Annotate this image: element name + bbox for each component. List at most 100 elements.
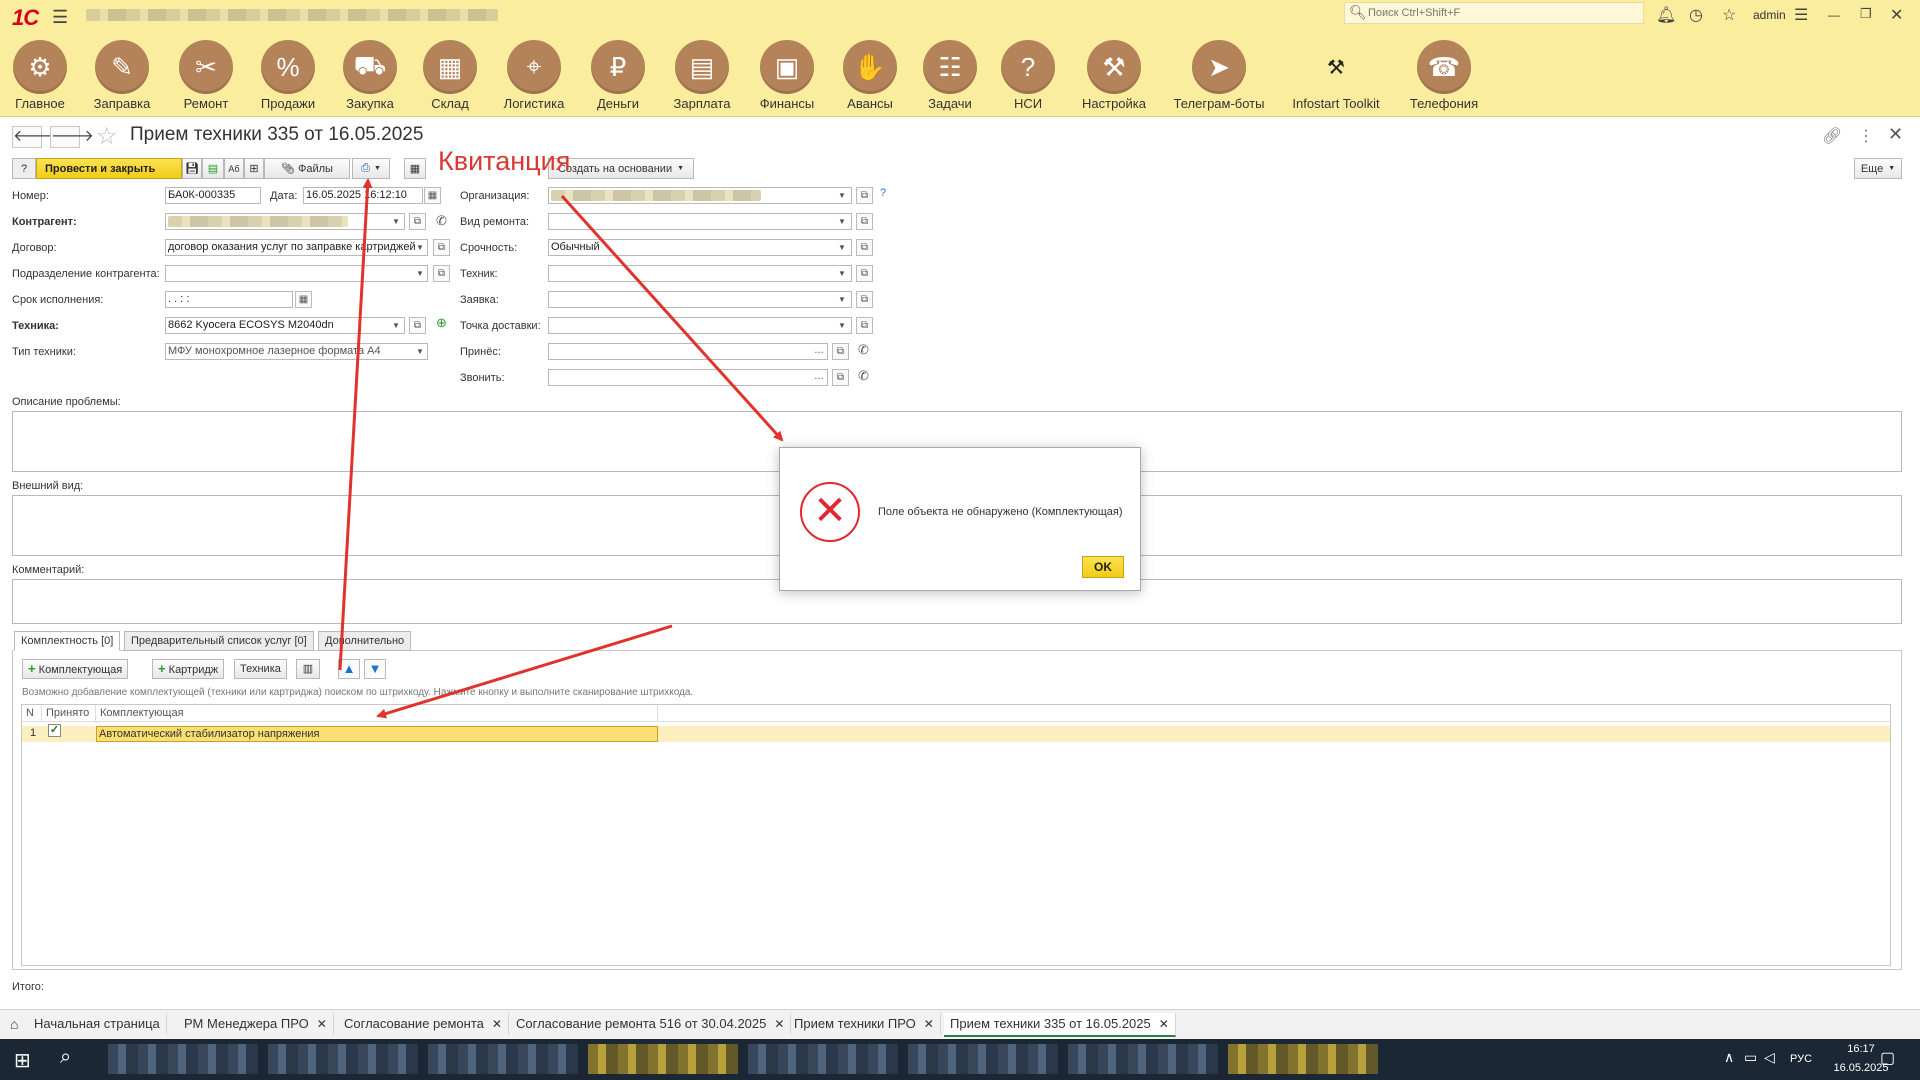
add-equipment-button[interactable]: Техника bbox=[234, 659, 287, 679]
help-question-icon[interactable]: ? bbox=[880, 187, 886, 199]
link-icon[interactable]: 🔗︎ bbox=[1822, 126, 1842, 146]
chevron-down-icon[interactable]: ▼ bbox=[834, 213, 850, 230]
date-field[interactable]: 16.05.2025 16:12:10 bbox=[303, 187, 423, 204]
window-tab-repair-approval-516[interactable]: Согласование ремонта 516 от 30.04.2025 ✕ bbox=[510, 1013, 792, 1035]
close-icon[interactable]: ✕ bbox=[774, 1017, 784, 1031]
phone-call-icon[interactable]: ✆ bbox=[858, 342, 869, 358]
barcode-button[interactable]: ▥ bbox=[296, 659, 320, 679]
brought-field[interactable] bbox=[548, 343, 828, 360]
section-refill[interactable]: ✎ Заправка bbox=[86, 40, 158, 111]
open-icon[interactable]: ⧉ bbox=[433, 265, 450, 282]
repair-type-field[interactable] bbox=[548, 213, 852, 230]
section-salary[interactable]: ▤ Зарплата bbox=[666, 40, 738, 111]
delivery-point-field[interactable] bbox=[548, 317, 852, 334]
close-icon[interactable]: ✕ bbox=[492, 1017, 502, 1031]
window-tab-equipment-intake-335[interactable]: Прием техники 335 от 16.05.2025 ✕ bbox=[944, 1013, 1176, 1037]
calendar-icon[interactable]: ▦ bbox=[295, 291, 312, 308]
move-down-button[interactable]: ▼ bbox=[364, 659, 386, 679]
tab-services[interactable]: Предварительный список услуг [0] bbox=[124, 631, 314, 651]
section-finance[interactable]: ▣ Финансы bbox=[750, 40, 824, 111]
post-and-close-button[interactable]: Провести и закрыть bbox=[36, 158, 182, 179]
equipment-field[interactable]: 8662 Kyocera ECOSYS M2040dn bbox=[165, 317, 405, 334]
window-tab-repair-approval[interactable]: Согласование ремонта ✕ bbox=[338, 1013, 509, 1035]
open-icon[interactable]: ⧉ bbox=[409, 213, 426, 230]
section-main[interactable]: ⚙ Главное bbox=[4, 40, 76, 111]
section-money[interactable]: ₽ Деньги bbox=[582, 40, 654, 111]
chevron-down-icon[interactable]: ▼ bbox=[834, 239, 850, 256]
urgency-field[interactable]: Обычный bbox=[548, 239, 852, 256]
taskbar-app-redacted[interactable] bbox=[908, 1044, 1058, 1074]
user-name[interactable]: admin bbox=[1753, 8, 1786, 22]
contract-field[interactable]: договор оказания услуг по заправке картр… bbox=[165, 239, 428, 256]
open-icon[interactable]: ⧉ bbox=[409, 317, 426, 334]
open-icon[interactable]: ⧉ bbox=[856, 187, 873, 204]
add-cartridge-button[interactable]: + Картридж bbox=[152, 659, 225, 679]
bell-icon[interactable]: 🔔︎ bbox=[1656, 5, 1676, 25]
files-button[interactable]: 📎︎ Файлы bbox=[264, 158, 350, 179]
post-button[interactable]: ▤ bbox=[202, 158, 224, 179]
number-field[interactable]: БА0К-000335 bbox=[165, 187, 261, 204]
home-icon[interactable]: ⌂ bbox=[10, 1016, 18, 1032]
global-search-input[interactable] bbox=[1368, 5, 1638, 21]
chevron-down-icon[interactable]: ▼ bbox=[834, 265, 850, 282]
chevron-down-icon[interactable]: ▼ bbox=[412, 343, 428, 360]
more-actions-icon[interactable]: ⋮ bbox=[1858, 126, 1874, 146]
open-icon[interactable]: ⧉ bbox=[856, 213, 873, 230]
section-purchase[interactable]: ⛟ Закупка bbox=[334, 40, 406, 111]
section-logistics[interactable]: ⌖ Логистика bbox=[498, 40, 570, 111]
close-icon[interactable]: ✕ bbox=[1159, 1017, 1169, 1031]
phone-call-icon[interactable]: ✆ bbox=[858, 368, 869, 384]
section-sales[interactable]: % Продажи bbox=[252, 40, 324, 111]
tab-completeness[interactable]: Комплектность [0] bbox=[14, 631, 121, 651]
column-header-component[interactable]: Комплектующая bbox=[96, 705, 658, 721]
taskbar-app-redacted[interactable] bbox=[268, 1044, 418, 1074]
add-component-button[interactable]: + Комплектующая bbox=[22, 659, 129, 679]
settings-menu-icon[interactable]: ☰ bbox=[1794, 5, 1808, 25]
open-icon[interactable]: ⧉ bbox=[832, 369, 849, 386]
structure-button[interactable]: ⊞ bbox=[244, 158, 264, 179]
chevron-down-icon[interactable]: ▼ bbox=[412, 265, 428, 282]
section-repair[interactable]: ✂ Ремонт bbox=[170, 40, 242, 111]
select-button[interactable]: ... bbox=[810, 369, 828, 386]
tab-additional[interactable]: Дополнительно bbox=[318, 631, 412, 651]
open-icon[interactable]: ⧉ bbox=[832, 343, 849, 360]
nav-forward-button[interactable]: 🡒 bbox=[50, 126, 94, 148]
chevron-down-icon[interactable]: ▼ bbox=[834, 291, 850, 308]
window-tab-manager[interactable]: РМ Менеджера ПРО ✕ bbox=[178, 1013, 334, 1035]
main-menu-icon[interactable]: ☰ bbox=[52, 7, 68, 28]
move-up-button[interactable]: ▲ bbox=[338, 659, 360, 679]
accepted-checkbox[interactable]: ✓ bbox=[48, 724, 61, 737]
section-settings[interactable]: ⚒ Настройка bbox=[1072, 40, 1156, 111]
component-cell[interactable]: Автоматический стабилизатор напряжения bbox=[96, 726, 658, 742]
section-telephony[interactable]: ☎ Телефония bbox=[1404, 40, 1484, 111]
chevron-down-icon[interactable]: ▼ bbox=[412, 239, 428, 256]
print-button[interactable]: ⎙ ▼ bbox=[352, 158, 390, 179]
search-icon[interactable]: ⌕ bbox=[60, 1046, 71, 1069]
taskbar-app-redacted[interactable] bbox=[748, 1044, 898, 1074]
open-icon[interactable]: ⧉ bbox=[856, 239, 873, 256]
favorite-star-icon[interactable]: ☆ bbox=[96, 122, 118, 151]
minimize-icon[interactable]: — bbox=[1828, 8, 1840, 22]
chevron-down-icon[interactable]: ▼ bbox=[834, 317, 850, 334]
ok-button[interactable]: OK bbox=[1082, 556, 1124, 578]
open-icon[interactable]: ⧉ bbox=[856, 317, 873, 334]
organization-field[interactable] bbox=[548, 187, 852, 204]
save-button[interactable]: 💾︎ bbox=[182, 158, 202, 179]
division-field[interactable] bbox=[165, 265, 428, 282]
section-telegram-bots[interactable]: ➤ Телеграм-боты bbox=[1172, 40, 1266, 111]
open-icon[interactable]: ⧉ bbox=[433, 239, 450, 256]
chevron-down-icon[interactable]: ▼ bbox=[834, 187, 850, 204]
history-icon[interactable]: ◷ bbox=[1689, 5, 1703, 25]
windows-start-icon[interactable]: ⊞ bbox=[14, 1048, 31, 1073]
taskbar-app-redacted[interactable] bbox=[588, 1044, 738, 1074]
chevron-down-icon[interactable]: ▼ bbox=[388, 213, 404, 230]
counterparty-field[interactable] bbox=[165, 213, 405, 230]
add-document-icon[interactable]: ⊕ bbox=[436, 315, 447, 331]
technician-field[interactable] bbox=[548, 265, 852, 282]
close-icon[interactable]: ✕ bbox=[317, 1017, 327, 1031]
section-advances[interactable]: ✋ Авансы bbox=[834, 40, 906, 111]
section-tasks[interactable]: ☷ Задачи bbox=[914, 40, 986, 111]
open-icon[interactable]: ⧉ bbox=[856, 291, 873, 308]
network-icon[interactable]: ▭ bbox=[1744, 1049, 1757, 1066]
open-icon[interactable]: ⧉ bbox=[856, 265, 873, 282]
